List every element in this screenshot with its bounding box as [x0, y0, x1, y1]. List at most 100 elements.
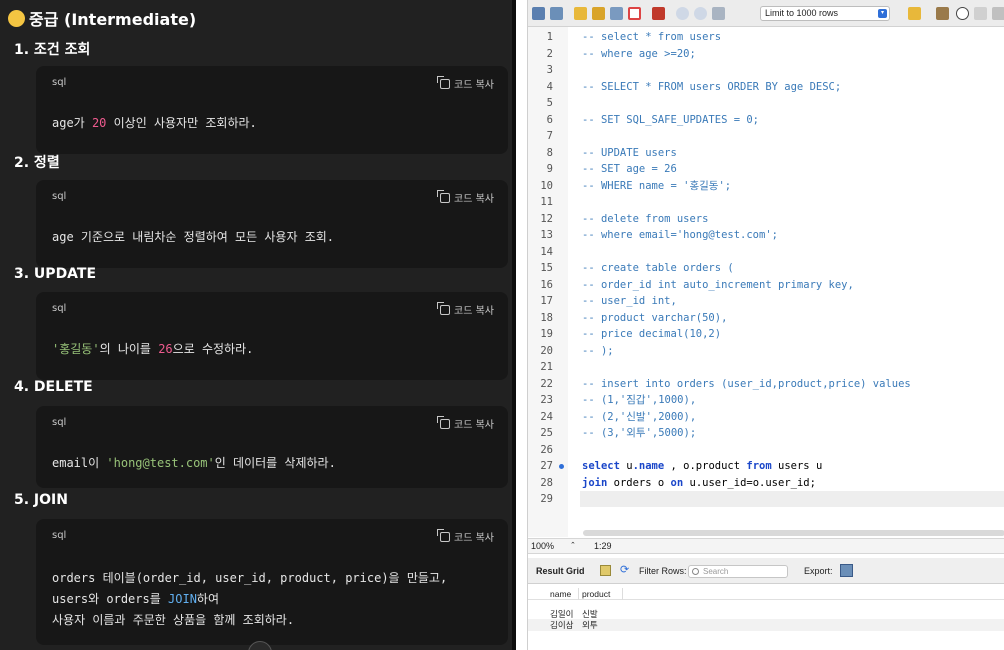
code-token: 의 나이를: [99, 342, 159, 356]
code-card: sql 코드 복사 orders 테이블(order_id, user_id, pr…: [36, 519, 508, 645]
editor-line: 25 -- (3,'외투',5000);: [528, 425, 1004, 442]
sql-token: from: [746, 460, 772, 472]
copy-code-button[interactable]: 코드 복사: [437, 75, 494, 91]
code-token: users와 orders를: [52, 592, 169, 606]
sql-token: u: [619, 460, 633, 472]
line-number: 14: [540, 245, 553, 258]
editor-line: 2 -- where age >=20;: [528, 46, 1004, 63]
heading-text: 중급 (Intermediate): [29, 10, 197, 29]
toggle-error-icon[interactable]: [652, 7, 665, 20]
section-heading: 중급 (Intermediate): [8, 6, 196, 30]
line-number: 3: [546, 64, 553, 76]
line-number: 28: [540, 476, 553, 489]
result-grid-tab[interactable]: Result Grid: [536, 566, 585, 576]
copy-code-button[interactable]: 코드 복사: [437, 528, 494, 544]
code-line: age가 20 이상인 사용자만 조회하라.: [52, 114, 257, 131]
editor-line: 20 -- );: [528, 343, 1004, 360]
grid-header-row: name product: [528, 588, 1004, 600]
table-cell[interactable]: 외투: [582, 619, 598, 631]
explain-icon[interactable]: [610, 7, 623, 20]
line-text: -- price decimal(10,2): [582, 328, 722, 340]
line-number: 12: [540, 212, 553, 225]
line-number: 24: [540, 410, 553, 423]
stop-icon[interactable]: [628, 7, 641, 20]
line-text: -- SET SQL_SAFE_UPDATES = 0;: [582, 113, 760, 126]
column-divider: [578, 588, 579, 600]
rollback-icon[interactable]: [694, 7, 707, 20]
section-title: 3. UPDATE: [14, 266, 97, 282]
editor-line: 7: [528, 128, 1004, 145]
code-token: '홍길동': [52, 342, 100, 356]
editor-line: 17 -- user_id int,: [528, 293, 1004, 310]
editor-line: 10 -- WHERE name = '홍길동';: [528, 178, 1004, 195]
editor-line: 15 -- create table orders (: [528, 260, 1004, 277]
editor-line: 13 -- where email='hong@test.com';: [528, 227, 1004, 244]
line-text: select u.name , o.product from users u: [582, 458, 822, 475]
line-text: -- );: [582, 344, 614, 357]
editor-line: 26: [528, 442, 1004, 459]
result-grid-toolbar: Result Grid ⟳ Filter Rows: Search Export…: [528, 558, 1004, 584]
limit-rows-value: Limit to 1000 rows: [765, 8, 839, 18]
code-token: 하여: [196, 592, 220, 606]
line-number: 26: [540, 443, 553, 456]
line-text: join orders o on u.user_id=o.user_id;: [582, 475, 816, 492]
code-card: sql 코드 복사 email이 'hong@test.com'인 데이터를 삭제하…: [36, 406, 508, 488]
section-title: 4. DELETE: [14, 379, 93, 395]
limit-rows-select[interactable]: Limit to 1000 rows ▾: [760, 6, 890, 21]
line-text: -- insert into orders (user_id,product,p…: [582, 377, 911, 390]
table-row[interactable]: 김이삼 외투: [528, 619, 1004, 631]
code-card: sql 코드 복사 age 기준으로 내림차순 정렬하여 모든 사용자 조회.: [36, 180, 508, 268]
export-icon[interactable]: [840, 564, 853, 577]
line-number: 9: [546, 163, 553, 175]
column-header[interactable]: product: [582, 588, 610, 600]
editor-line: 27 select u.name , o.product from users u: [528, 458, 1004, 475]
zoom-level[interactable]: 100%: [531, 541, 554, 551]
line-number: 6: [546, 113, 553, 126]
line-number: 27: [540, 460, 553, 472]
line-number: 21: [540, 361, 553, 373]
code-token: 'hong@test.com': [106, 456, 215, 470]
code-language: sql: [52, 530, 67, 541]
line-number: 29: [540, 493, 553, 505]
save-icon[interactable]: [550, 7, 563, 20]
section-title: 2. 정렬: [14, 155, 60, 171]
line-number: 15: [540, 262, 553, 274]
mysql-workbench-panel: Limit to 1000 rows ▾ 1 -- select * from u…: [527, 0, 1004, 650]
line-text: -- (2,'신발',2000),: [582, 410, 697, 423]
sql-token: orders o: [607, 476, 671, 489]
editor-line: 28 join orders o on u.user_id=o.user_id;: [528, 475, 1004, 492]
table-cell[interactable]: 김이삼: [550, 619, 573, 631]
wrap-icon[interactable]: [974, 7, 987, 20]
line-number: 5: [546, 97, 553, 109]
column-header[interactable]: name: [550, 588, 571, 600]
filter-search-input[interactable]: Search: [688, 565, 788, 578]
search-icon[interactable]: [956, 7, 969, 20]
commit-icon[interactable]: [676, 7, 689, 20]
line-text: -- where email='hong@test.com';: [582, 229, 778, 241]
zoom-stepper-icon[interactable]: ⌃: [570, 541, 576, 549]
editor-line: 16 -- order_id int auto_increment primary…: [528, 277, 1004, 294]
autocommit-icon[interactable]: [712, 7, 725, 20]
line-text: -- select * from users: [582, 31, 722, 43]
open-file-icon[interactable]: [532, 7, 545, 20]
copy-code-button[interactable]: 코드 복사: [437, 415, 494, 431]
grid-icon[interactable]: [600, 565, 611, 576]
line-number: 4: [546, 80, 553, 93]
refresh-icon[interactable]: ⟳: [620, 565, 632, 577]
execute-current-icon[interactable]: [592, 7, 605, 20]
code-token: 인 데이터를 삭제하라.: [214, 456, 336, 470]
editor-line: 1 -- select * from users: [528, 29, 1004, 46]
editor-line: 18 -- product varchar(50),: [528, 310, 1004, 327]
format-brush-icon[interactable]: [936, 7, 949, 20]
more-icon[interactable]: [992, 7, 1004, 20]
sql-token: select: [582, 460, 620, 472]
copy-code-button[interactable]: 코드 복사: [437, 301, 494, 317]
column-divider: [622, 588, 623, 600]
editor-line: 24 -- (2,'신발',2000),: [528, 409, 1004, 426]
line-number: 10: [540, 179, 553, 192]
copy-code-button[interactable]: 코드 복사: [437, 189, 494, 205]
line-number: 7: [546, 130, 553, 142]
beautify-star-icon[interactable]: [908, 7, 921, 20]
horizontal-scrollbar[interactable]: [583, 530, 1004, 536]
execute-lightning-icon[interactable]: [574, 7, 587, 20]
